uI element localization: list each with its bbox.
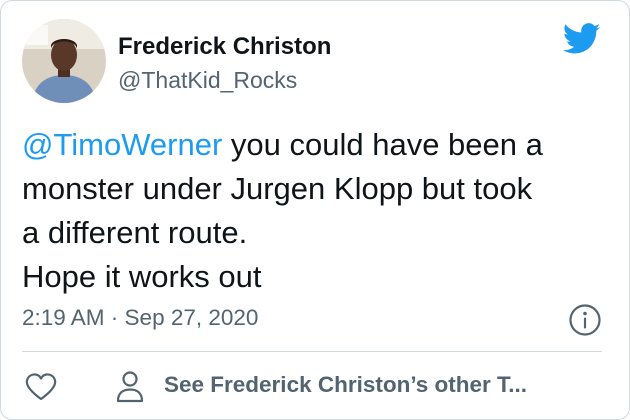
tweet-line-3: a different route. (22, 215, 248, 250)
tweet-line-1-rest: you could have been a (222, 127, 543, 162)
twitter-bird-icon[interactable] (562, 23, 601, 55)
see-other-tweets-link[interactable]: See Frederick Christon’s other T... (164, 372, 527, 398)
heart-icon[interactable] (24, 371, 58, 403)
person-icon[interactable] (115, 370, 145, 404)
author-name[interactable]: Frederick Christon (118, 33, 331, 61)
tweet-line-1: @TimoWerner you could have been a (22, 123, 612, 167)
avatar-image (22, 19, 106, 103)
divider (22, 351, 602, 352)
author-avatar[interactable] (22, 19, 106, 103)
info-icon[interactable] (568, 303, 602, 337)
tweet-timestamp[interactable]: 2:19 AM · Sep 27, 2020 (22, 305, 258, 331)
tweet-text: @TimoWerner you could have been a monste… (22, 123, 612, 299)
tweet-card: Frederick Christon @ThatKid_Rocks @TimoW… (0, 0, 630, 420)
author-handle[interactable]: @ThatKid_Rocks (118, 67, 297, 94)
tweet-line-4: Hope it works out (22, 259, 262, 294)
mention-link[interactable]: @TimoWerner (22, 127, 222, 162)
tweet-line-2: monster under Jurgen Klopp but took (22, 171, 533, 206)
